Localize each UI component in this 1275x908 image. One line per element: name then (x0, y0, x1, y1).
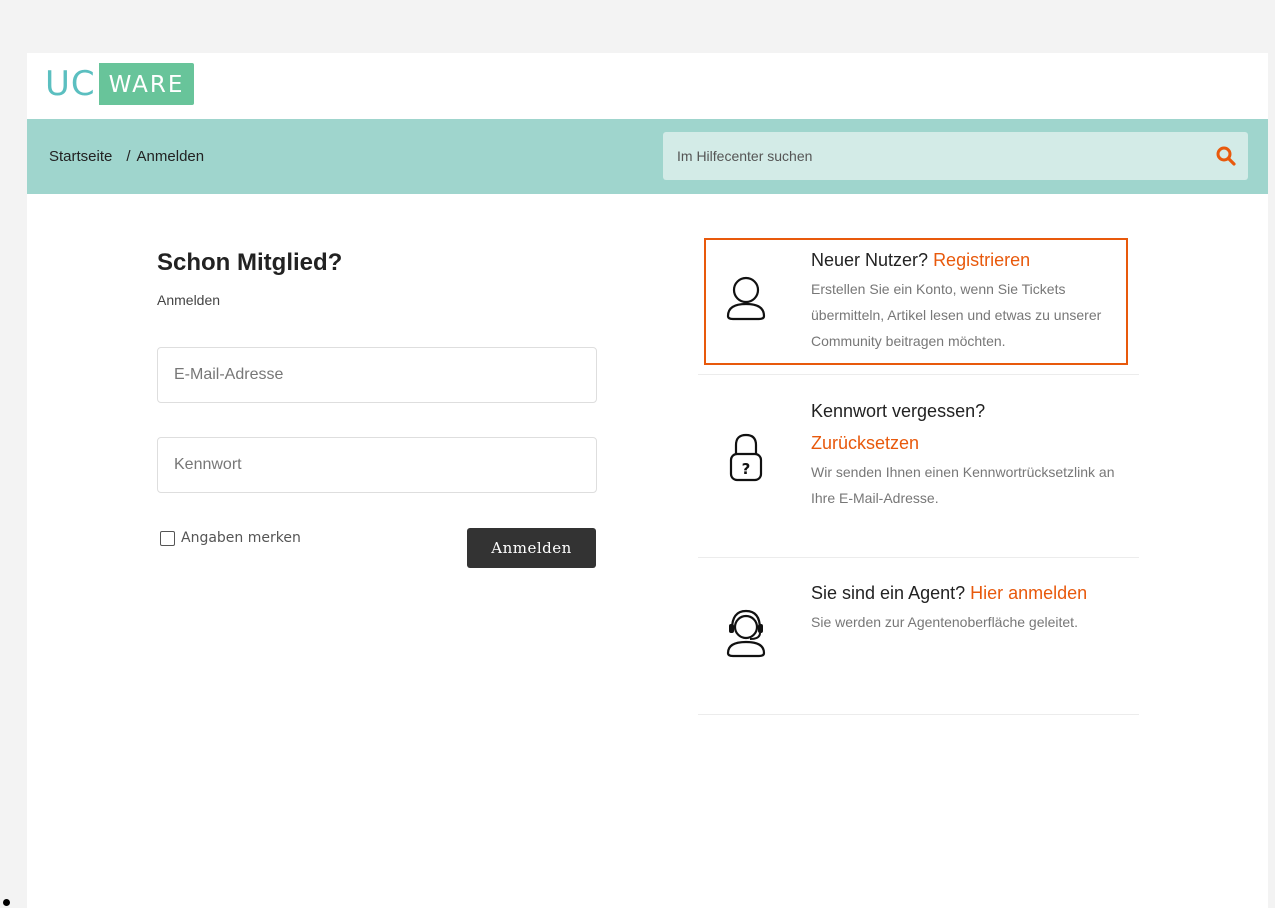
search-button[interactable] (1214, 144, 1238, 168)
register-heading: Neuer Nutzer? Registrieren (811, 244, 1121, 276)
forgot-password-card: ? Kennwort vergessen? Zurücksetzen Wir s… (698, 375, 1139, 558)
register-link[interactable]: Registrieren (933, 250, 1030, 270)
login-button[interactable]: Anmelden (467, 528, 596, 568)
forgot-password-title: Kennwort vergessen? (811, 401, 986, 421)
reset-password-link[interactable]: Zurücksetzen (811, 433, 919, 453)
agent-headset-icon (726, 609, 766, 658)
agent-login-link[interactable]: Hier anmelden (970, 583, 1087, 603)
register-card: Neuer Nutzer? Registrieren Erstellen Sie… (698, 238, 1139, 375)
breadcrumb-home-link[interactable]: Startseite (49, 148, 112, 165)
uc-ware-logo[interactable]: UC WARE (45, 63, 195, 105)
login-subtitle: Anmelden (157, 292, 221, 308)
forgot-password-description: Wir senden Ihnen einen Kennwortrücksetzl… (811, 464, 1115, 506)
forgot-password-text: Kennwort vergessen? Zurücksetzen Wir sen… (811, 395, 1121, 511)
remember-me[interactable]: Angaben merken (160, 530, 301, 546)
register-title: Neuer Nutzer? (811, 250, 934, 270)
agent-text: Sie sind ein Agent? Hier anmelden Sie we… (811, 577, 1121, 635)
agent-title: Sie sind ein Agent? (811, 583, 971, 603)
logo-ware-text: WARE (98, 63, 195, 105)
breadcrumb: Startseite / Anmelden (49, 119, 204, 194)
search-box (663, 132, 1248, 180)
email-field[interactable] (157, 347, 597, 403)
search-icon (1216, 146, 1236, 166)
login-section: Schon Mitglied? Anmelden Angaben merken … (157, 248, 597, 568)
user-icon (726, 276, 766, 321)
agent-heading: Sie sind ein Agent? Hier anmelden (811, 577, 1121, 609)
breadcrumb-separator: / (126, 148, 131, 165)
breadcrumb-current: Anmelden (136, 148, 205, 165)
options-section: Neuer Nutzer? Registrieren Erstellen Sie… (698, 238, 1139, 715)
register-text: Neuer Nutzer? Registrieren Erstellen Sie… (811, 244, 1121, 354)
password-field[interactable] (157, 437, 597, 493)
remember-checkbox[interactable] (160, 530, 175, 546)
agent-card: Sie sind ein Agent? Hier anmelden Sie we… (698, 558, 1139, 715)
login-title: Schon Mitglied? (157, 249, 343, 276)
search-input[interactable] (663, 132, 1203, 180)
logo-uc-text: UC (45, 64, 96, 104)
page-bullet (3, 899, 10, 906)
remember-label: Angaben merken (181, 530, 301, 546)
lock-question-icon: ? (729, 433, 763, 482)
register-description: Erstellen Sie ein Konto, wenn Sie Ticket… (811, 281, 1102, 349)
navbar: Startseite / Anmelden (27, 119, 1268, 194)
svg-text:?: ? (742, 460, 751, 478)
page-container: UC WARE Startseite / Anmelden Schon Mitg… (27, 53, 1268, 908)
agent-description: Sie werden zur Agentenoberfläche geleite… (811, 614, 1078, 630)
